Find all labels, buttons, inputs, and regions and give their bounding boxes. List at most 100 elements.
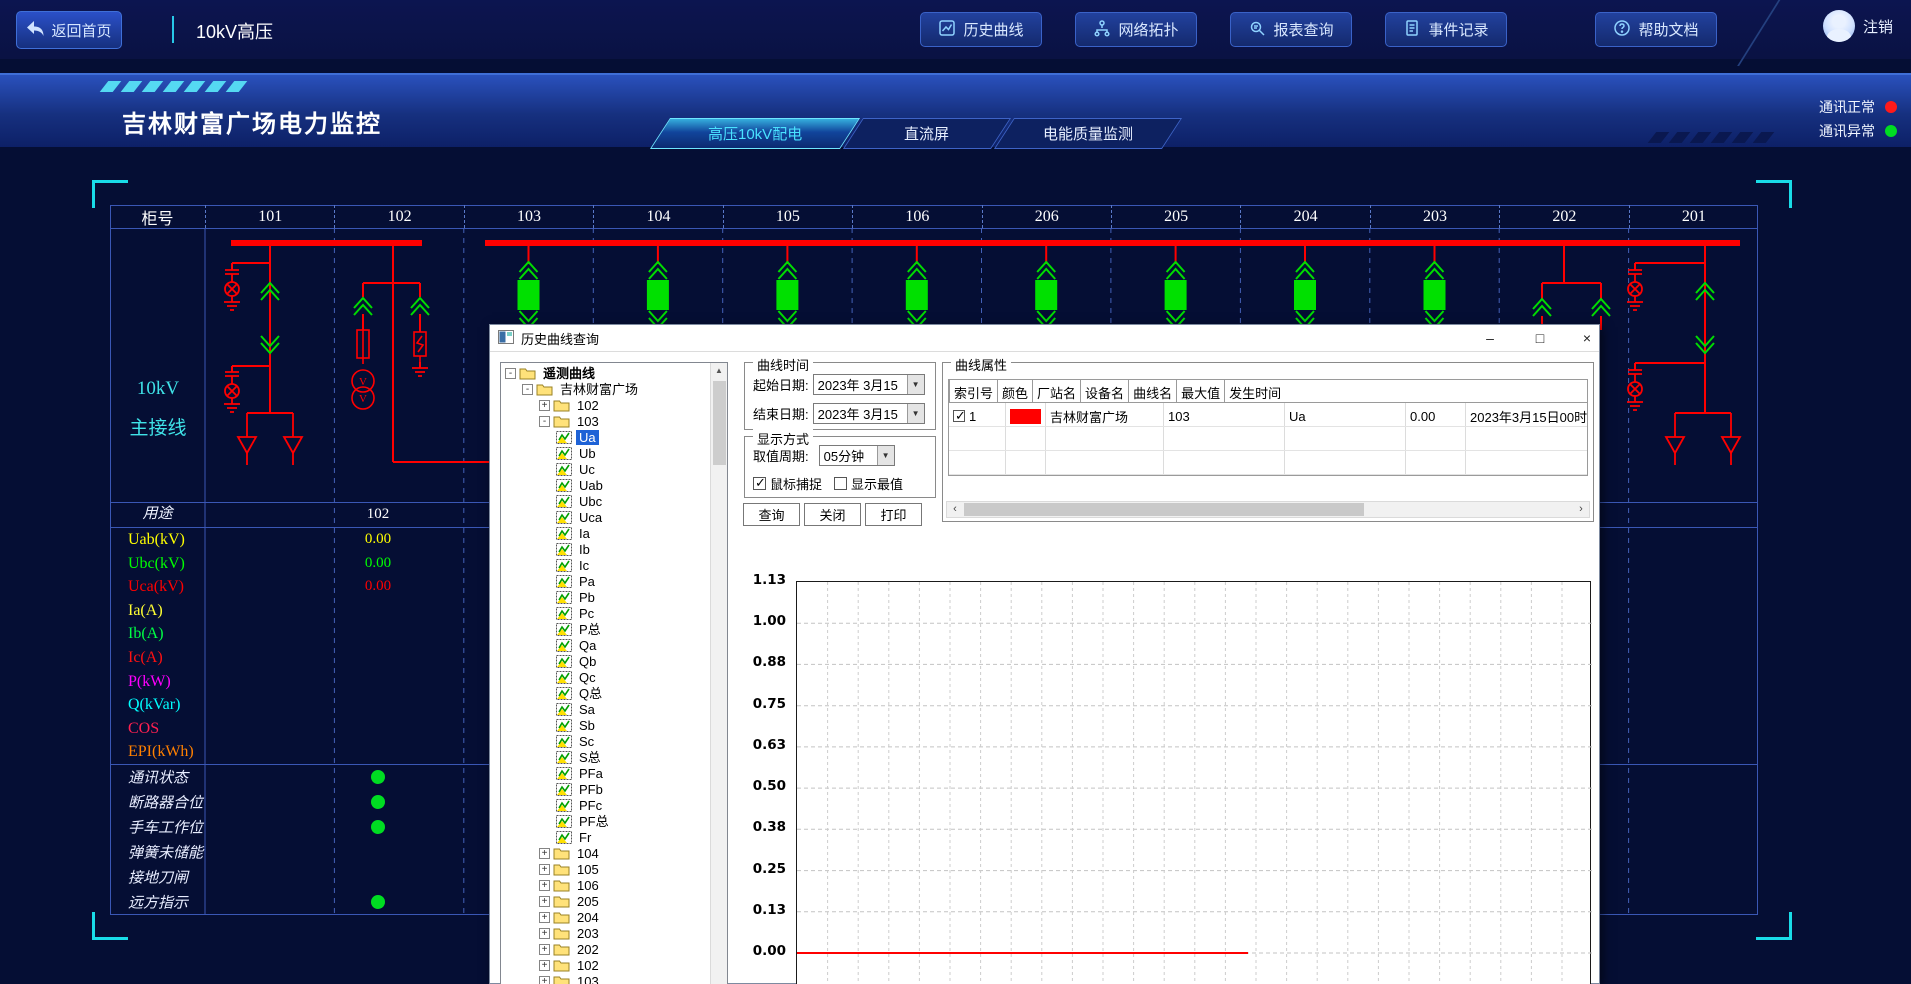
tree-item[interactable]: + 202 xyxy=(501,941,710,957)
tree-item[interactable]: PFb xyxy=(501,781,710,797)
tree-item[interactable]: P总 xyxy=(501,621,710,637)
tree-item-label[interactable]: 106 xyxy=(574,878,602,893)
tree-item[interactable]: Qa xyxy=(501,637,710,653)
tree-item-label[interactable]: Uab xyxy=(576,478,606,493)
curve-row-checkbox[interactable] xyxy=(953,410,965,422)
query-button[interactable]: 查询 xyxy=(743,503,800,526)
tree-item[interactable]: Ua xyxy=(501,429,710,445)
tree-item-label[interactable]: Fr xyxy=(576,830,594,845)
user-avatar-icon[interactable] xyxy=(1823,10,1855,42)
tree-item[interactable]: + 102 xyxy=(501,397,710,413)
tree-item-label[interactable]: Uc xyxy=(576,462,598,477)
dialog-title-bar[interactable]: 历史曲线查询 xyxy=(490,325,1599,352)
tree-item[interactable]: + 203 xyxy=(501,925,710,941)
tree-item[interactable]: + 106 xyxy=(501,877,710,893)
tree-item-label[interactable]: Sa xyxy=(576,702,598,717)
minimize-button[interactable]: – xyxy=(1475,328,1505,349)
tree-item-label[interactable]: PFb xyxy=(576,782,606,797)
tree-toggle[interactable]: - xyxy=(539,416,550,427)
tree-item-label[interactable]: Qc xyxy=(576,670,599,685)
tree-item[interactable]: + 103 xyxy=(501,973,710,984)
tree-toggle[interactable]: + xyxy=(539,976,550,984)
tree-item-label[interactable]: 104 xyxy=(574,846,602,861)
dropdown-arrow-icon[interactable]: ▼ xyxy=(877,446,894,465)
tree-item[interactable]: Sc xyxy=(501,733,710,749)
nav-network-topology-button[interactable]: 网络拓扑 xyxy=(1075,12,1197,47)
tree-item-label[interactable]: Ib xyxy=(576,542,593,557)
scroll-thumb[interactable] xyxy=(713,381,726,465)
tree-item[interactable]: + 104 xyxy=(501,845,710,861)
tree-toggle[interactable]: + xyxy=(539,848,550,859)
tree-item-label[interactable]: Ub xyxy=(576,446,599,461)
tree-item[interactable]: PFa xyxy=(501,765,710,781)
tree-item-label[interactable]: 204 xyxy=(574,910,602,925)
tree-item-label[interactable]: 102 xyxy=(574,398,602,413)
tree-item-label[interactable]: PFc xyxy=(576,798,605,813)
nav-event-log-button[interactable]: 事件记录 xyxy=(1385,12,1507,47)
tree-item-label[interactable]: 105 xyxy=(574,862,602,877)
attribute-table-hscrollbar[interactable]: ‹ › xyxy=(946,501,1590,518)
tree-item[interactable]: Fr xyxy=(501,829,710,845)
tree-item[interactable]: - 103 xyxy=(501,413,710,429)
tree-item[interactable]: Uc xyxy=(501,461,710,477)
nav-history-curve-button[interactable]: 历史曲线 xyxy=(920,12,1042,47)
tree-item-label[interactable]: 202 xyxy=(574,942,602,957)
tree-item-label[interactable]: PF总 xyxy=(576,814,612,829)
tree-item[interactable]: + 205 xyxy=(501,893,710,909)
tab-dc-panel[interactable]: 直流屏 xyxy=(843,118,1011,149)
tree-item[interactable]: PFc xyxy=(501,797,710,813)
print-button[interactable]: 打印 xyxy=(865,503,922,526)
tree-item[interactable]: Uca xyxy=(501,509,710,525)
tree-item-label[interactable]: Pc xyxy=(576,606,597,621)
tree-item-label[interactable]: Uca xyxy=(576,510,605,525)
attribute-table-row[interactable]: 1 吉林财富广场 103 Ua 0.00 2023年3月15日00时0 xyxy=(949,403,1587,427)
tree-item[interactable]: + 102 xyxy=(501,957,710,973)
tree-toggle[interactable]: - xyxy=(505,368,516,379)
tree-item[interactable]: Qb xyxy=(501,653,710,669)
show-extremes-checkbox[interactable] xyxy=(834,477,847,490)
start-date-select[interactable]: 2023年 3月15 ▼ xyxy=(813,374,925,395)
tab-power-quality[interactable]: 电能质量监测 xyxy=(994,118,1182,149)
close-dialog-button[interactable]: 关闭 xyxy=(804,503,861,526)
tree-toggle[interactable]: - xyxy=(522,384,533,395)
tree-item[interactable]: Sa xyxy=(501,701,710,717)
tree-toggle[interactable]: + xyxy=(539,944,550,955)
maximize-button[interactable]: □ xyxy=(1525,328,1555,349)
tree-item-label[interactable]: Qb xyxy=(576,654,599,669)
scroll-right-arrow[interactable]: › xyxy=(1573,502,1589,517)
tree-item[interactable]: S总 xyxy=(501,749,710,765)
scroll-left-arrow[interactable]: ‹ xyxy=(947,502,963,517)
tree-scrollbar[interactable]: ▲ xyxy=(710,363,727,984)
nav-report-query-button[interactable]: 报表查询 xyxy=(1230,12,1352,47)
nav-help-doc-button[interactable]: 帮助文档 xyxy=(1595,12,1717,47)
tree-item-label[interactable]: S总 xyxy=(576,750,604,765)
tree-item-label[interactable]: Sb xyxy=(576,718,598,733)
tree-item-label[interactable]: Pb xyxy=(576,590,598,605)
tree-item-label[interactable]: Sc xyxy=(576,734,597,749)
tree-item[interactable]: Ub xyxy=(501,445,710,461)
tree-item-label[interactable]: 205 xyxy=(574,894,602,909)
tree-toggle[interactable]: + xyxy=(539,960,550,971)
mouse-capture-checkbox[interactable] xyxy=(753,477,766,490)
tree-item-label[interactable]: Pa xyxy=(576,574,598,589)
tree-item-label[interactable]: 103 xyxy=(574,974,602,984)
logout-button[interactable]: 注销 xyxy=(1863,16,1893,37)
tree-item-label[interactable]: P总 xyxy=(576,622,604,637)
tree-item-label[interactable]: Ia xyxy=(576,526,593,541)
tree-item-label[interactable]: Qa xyxy=(576,638,599,653)
tree-item-label[interactable]: Ua xyxy=(576,430,599,445)
tree-item[interactable]: Ic xyxy=(501,557,710,573)
tree-toggle[interactable]: + xyxy=(539,880,550,891)
tree-item[interactable]: Ubc xyxy=(501,493,710,509)
tree-toggle[interactable]: + xyxy=(539,896,550,907)
tree-toggle[interactable]: + xyxy=(539,864,550,875)
back-home-button[interactable]: 返回首页 xyxy=(16,11,122,49)
tree-item[interactable]: Pb xyxy=(501,589,710,605)
tree-item-label[interactable]: PFa xyxy=(576,766,606,781)
tree-toggle[interactable]: + xyxy=(539,928,550,939)
tree-item[interactable]: Pa xyxy=(501,573,710,589)
tree-toggle[interactable]: + xyxy=(539,400,550,411)
tree-item[interactable]: Uab xyxy=(501,477,710,493)
tab-hv-10kv-distribution[interactable]: 高压10kV配电 xyxy=(650,118,860,149)
tree-item[interactable]: PF总 xyxy=(501,813,710,829)
